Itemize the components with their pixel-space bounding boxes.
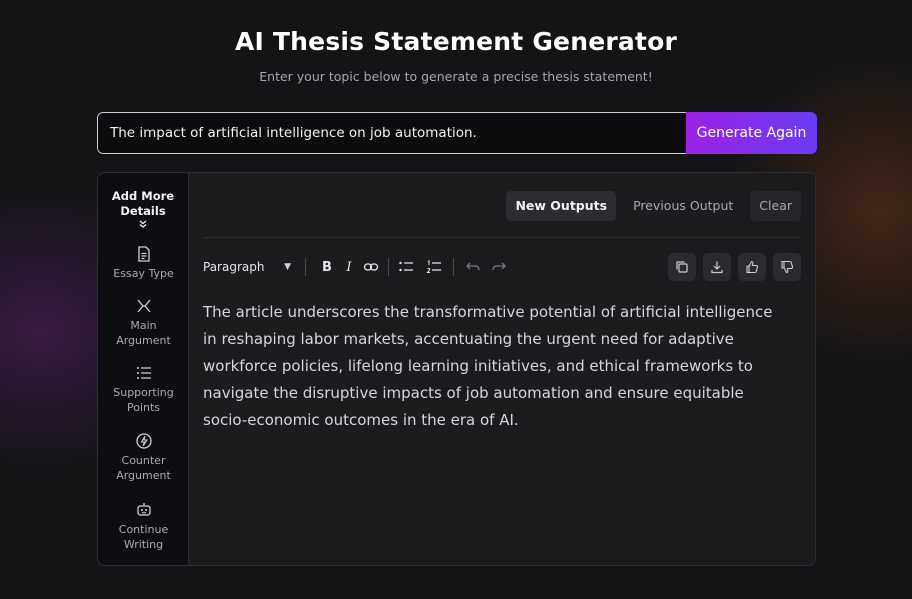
thumbs-down-icon — [781, 260, 794, 274]
sidebar-item-continue-writing[interactable]: Continue Writing — [98, 501, 189, 552]
page-subtitle: Enter your topic below to generate a pre… — [259, 69, 653, 84]
document-icon — [137, 246, 150, 262]
double-chevron-down-icon — [111, 219, 175, 232]
thesis-output-text[interactable]: The article underscores the transformati… — [203, 299, 775, 434]
sidebar-item-main-argument[interactable]: Main Argument — [98, 297, 189, 348]
sidebar-item-supporting-points[interactable]: Supporting Points — [98, 364, 189, 415]
bolt-icon — [135, 433, 152, 449]
sidebar-item-essay-type[interactable]: Essay Type — [98, 245, 189, 281]
tab-previous-output[interactable]: Previous Output — [624, 191, 742, 221]
italic-button[interactable]: I — [338, 256, 360, 278]
thumbs-up-icon — [746, 260, 759, 274]
thumbs-down-button[interactable] — [773, 253, 801, 281]
add-more-details-button[interactable]: Add More Details — [111, 189, 175, 232]
sidebar-item-label: Main Argument — [116, 319, 171, 347]
download-icon — [711, 261, 723, 274]
caret-down-icon: ▼ — [284, 262, 291, 272]
redo-button[interactable] — [488, 256, 510, 278]
page-title: AI Thesis Statement Generator — [234, 27, 678, 56]
sidebar-item-counter-argument[interactable]: Counter Argument — [98, 432, 189, 483]
toolbar-separator — [453, 258, 454, 276]
link-button[interactable] — [360, 256, 382, 278]
clear-button[interactable]: Clear — [750, 191, 801, 221]
toolbar-separator — [305, 258, 306, 276]
bold-button[interactable]: B — [316, 256, 338, 278]
sidebar-item-label: Counter Argument — [116, 454, 171, 482]
editor-panel: Add More Details Essay Type Main Argumen… — [97, 172, 816, 566]
undo-icon — [466, 262, 480, 271]
toolbar-separator — [388, 258, 389, 276]
copy-button[interactable] — [668, 253, 696, 281]
sidebar-item-label: Essay Type — [113, 267, 174, 280]
thumbs-up-button[interactable] — [738, 253, 766, 281]
output-actions — [668, 253, 801, 281]
tab-new-outputs[interactable]: New Outputs — [506, 191, 617, 221]
bullet-list-icon — [399, 261, 413, 272]
editor-main: New Outputs Previous Output Clear Paragr… — [189, 173, 815, 565]
robot-icon — [136, 503, 151, 516]
sidebar-item-label: Continue Writing — [118, 523, 169, 551]
split-arrows-icon — [137, 299, 150, 313]
numbered-list-button[interactable] — [423, 256, 445, 278]
redo-icon — [492, 262, 506, 271]
editor-toolbar: Paragraph ▼ B I — [203, 253, 801, 281]
topic-input-row: Generate Again — [97, 112, 817, 154]
divider — [203, 237, 801, 238]
link-icon — [363, 263, 379, 271]
details-sidebar: Add More Details Essay Type Main Argumen… — [98, 173, 189, 565]
block-style-value: Paragraph — [203, 260, 265, 274]
topic-input[interactable] — [97, 112, 686, 154]
numbered-list-icon — [426, 260, 441, 273]
output-tabs: New Outputs Previous Output Clear — [506, 191, 801, 221]
bullet-list-button[interactable] — [395, 256, 417, 278]
block-style-select[interactable]: Paragraph ▼ — [203, 260, 295, 274]
list-icon — [136, 367, 151, 379]
add-more-details-label: Add More Details — [111, 189, 175, 218]
download-button[interactable] — [703, 253, 731, 281]
copy-icon — [676, 261, 688, 273]
undo-button[interactable] — [462, 256, 484, 278]
sidebar-item-label: Supporting Points — [113, 386, 174, 414]
generate-again-button[interactable]: Generate Again — [686, 112, 817, 154]
